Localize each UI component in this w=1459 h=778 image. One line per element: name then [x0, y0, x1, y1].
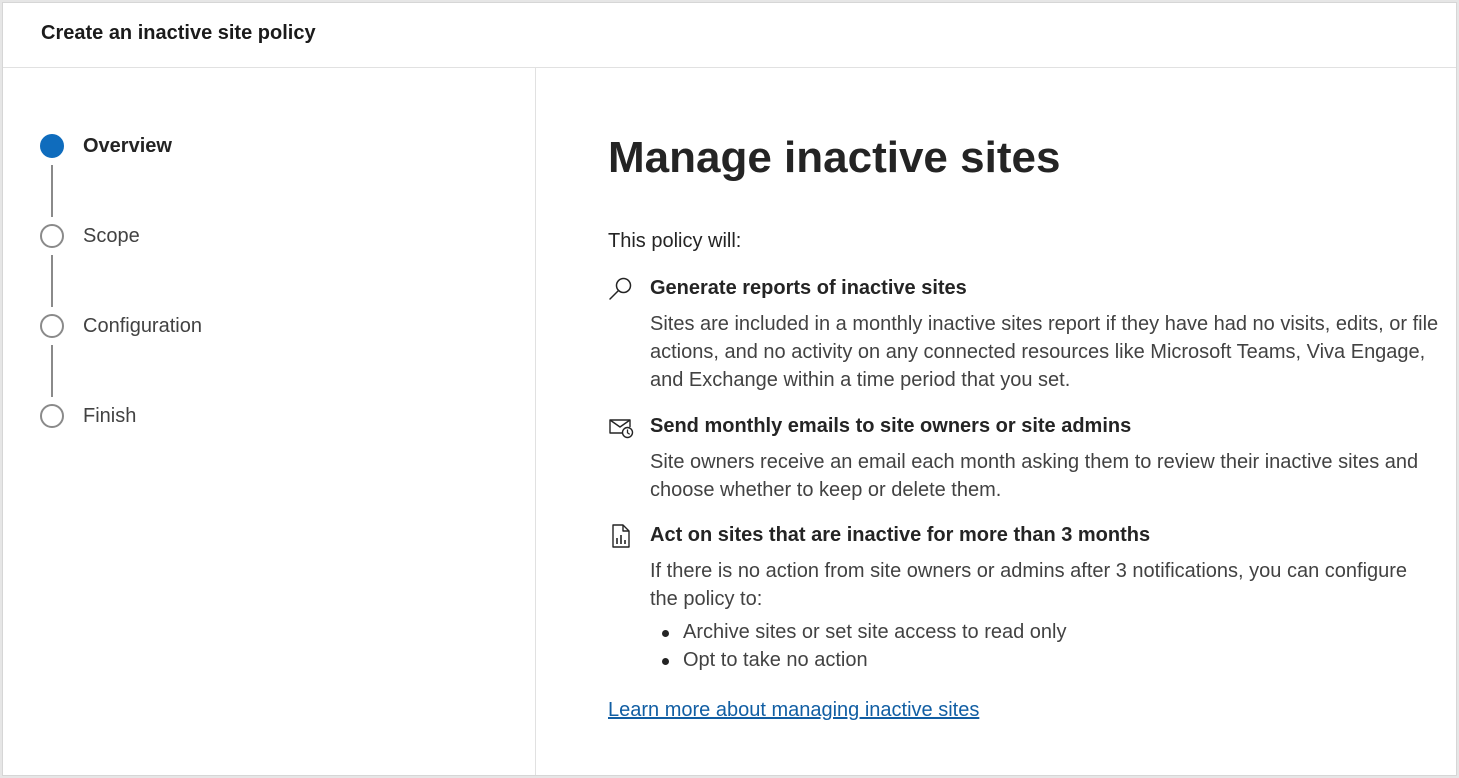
feature-description: If there is no action from site owners o… [650, 560, 1408, 610]
step-pending-indicator [40, 224, 64, 248]
search-icon [608, 276, 634, 302]
feature-title: Send monthly emails to site owners or si… [650, 415, 1132, 437]
step-label: Finish [83, 405, 137, 427]
document-chart-icon [608, 523, 634, 549]
action-options-list: Archive sites or set site access to read… [650, 618, 1350, 674]
step-connector [51, 165, 53, 217]
intro-text: This policy will: [608, 230, 742, 252]
feature-title: Generate reports of inactive sites [650, 277, 967, 299]
step-connector [51, 255, 53, 307]
feature-description: Sites are included in a monthly inactive… [650, 313, 1439, 391]
page-title: Manage inactive sites [608, 133, 1061, 182]
step-label: Scope [83, 225, 140, 247]
step-active-indicator [40, 134, 64, 158]
wizard-steps-sidebar: Overview Scope Configuration Finish [3, 68, 536, 775]
step-pending-indicator [40, 314, 64, 338]
step-pending-indicator [40, 404, 64, 428]
step-connector [51, 345, 53, 397]
feature-reports: Generate reports of inactive sites Sites… [608, 274, 1438, 391]
main-content: Manage inactive sites This policy will: … [537, 68, 1456, 775]
list-item: Opt to take no action [650, 646, 1350, 674]
step-label: Overview [83, 135, 172, 157]
feature-title: Act on sites that are inactive for more … [650, 524, 1151, 546]
mail-clock-icon [608, 414, 634, 440]
panel-title: Create an inactive site policy [41, 22, 316, 44]
feature-description: Site owners receive an email each month … [650, 451, 1419, 501]
step-label: Configuration [83, 315, 202, 337]
feature-actions: Act on sites that are inactive for more … [608, 521, 1438, 671]
feature-emails: Send monthly emails to site owners or si… [608, 412, 1438, 501]
panel-header: Create an inactive site policy [3, 3, 1456, 68]
list-item: Archive sites or set site access to read… [650, 618, 1350, 646]
wizard-panel: Create an inactive site policy Overview … [2, 2, 1457, 776]
learn-more-link[interactable]: Learn more about managing inactive sites [608, 699, 979, 722]
